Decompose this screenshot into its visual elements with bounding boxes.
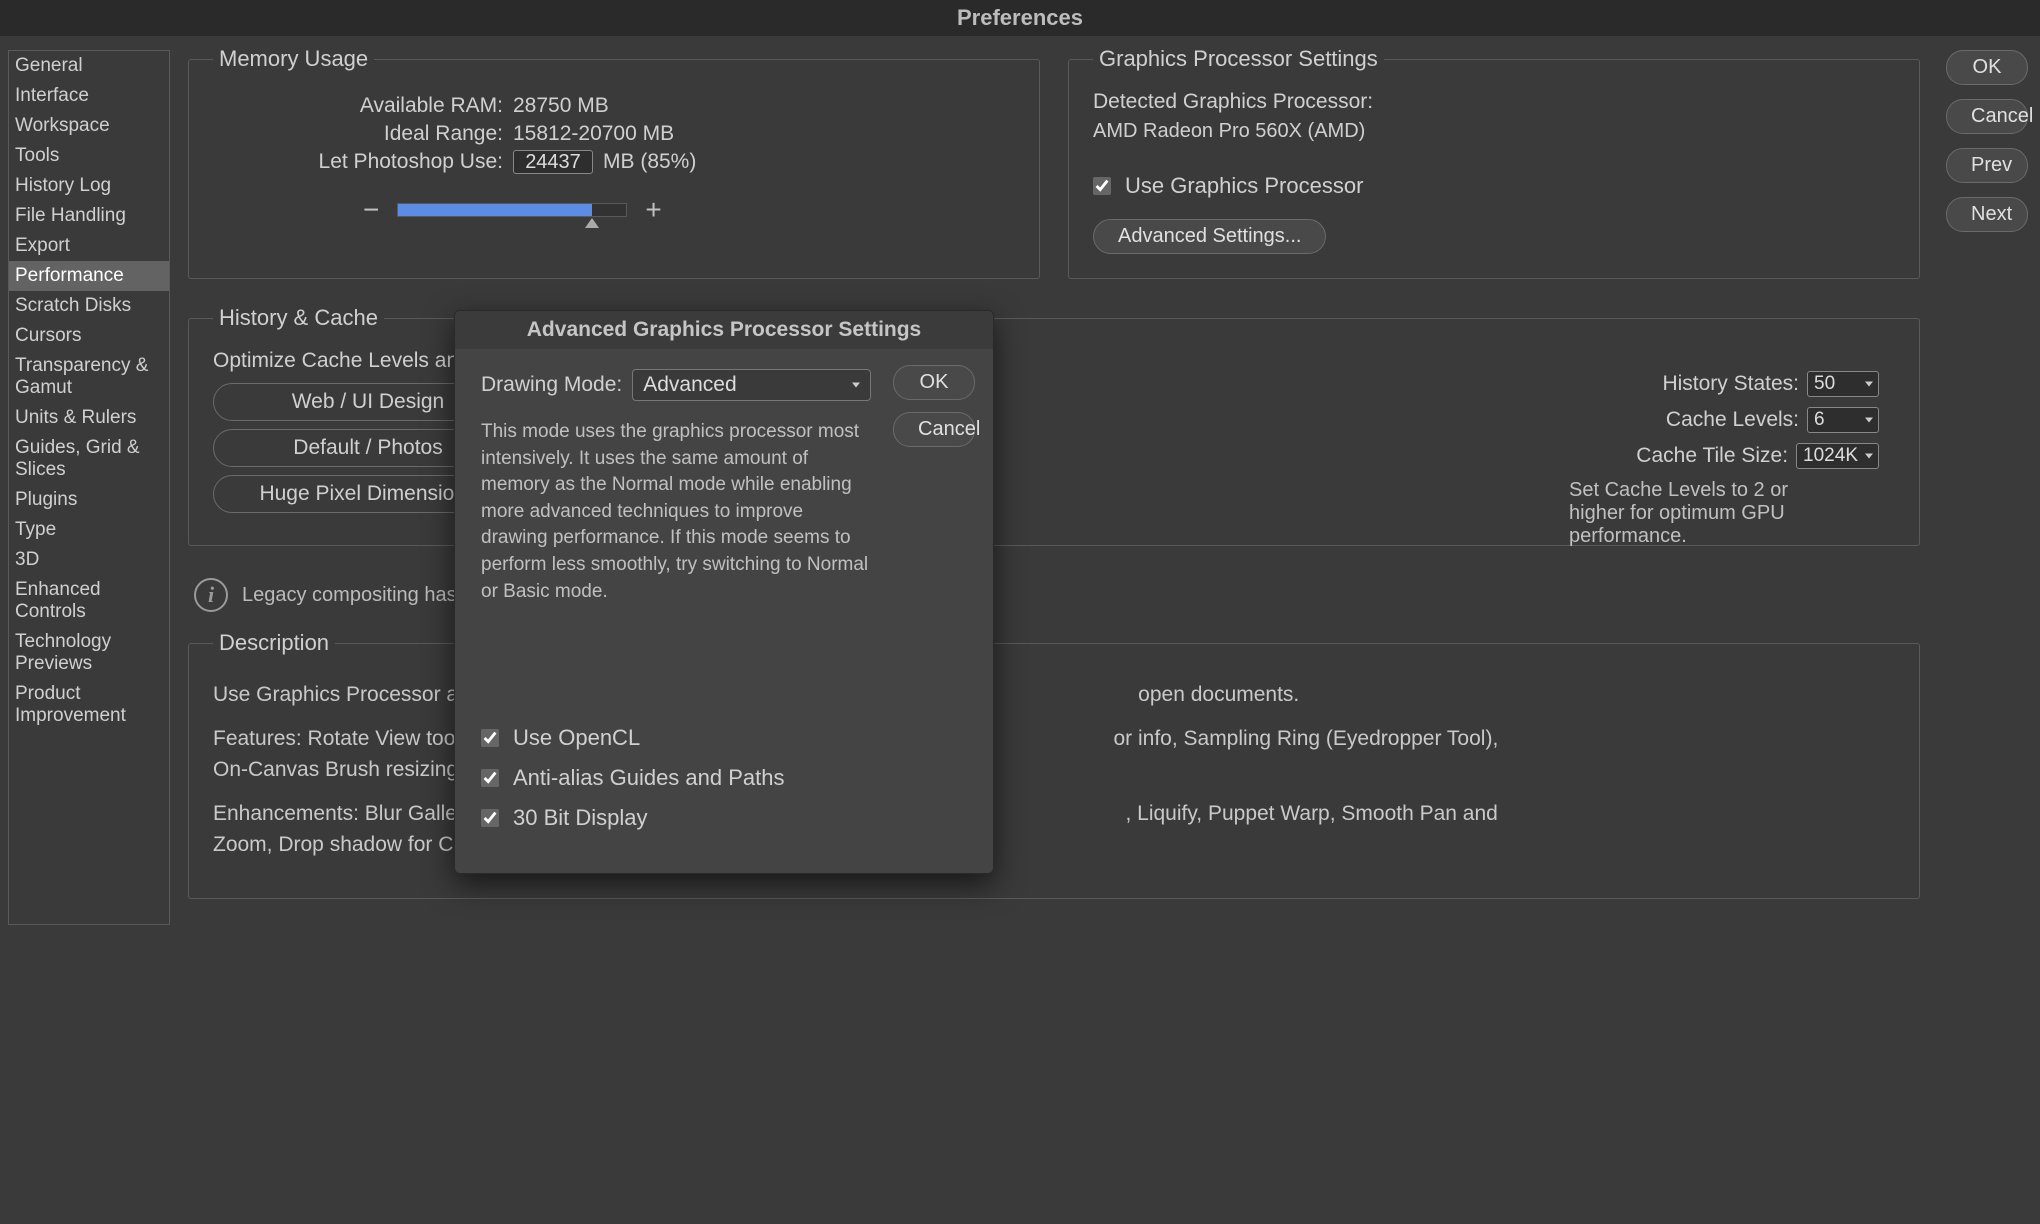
advanced-settings-button[interactable]: Advanced Settings... <box>1093 219 1326 254</box>
cache-levels-select[interactable]: 6 <box>1807 407 1879 433</box>
modal-ok-button[interactable]: OK <box>893 365 975 400</box>
gpu-settings-panel: Graphics Processor Settings Detected Gra… <box>1068 46 1920 279</box>
sidebar-item-transparency-gamut[interactable]: Transparency & Gamut <box>9 351 169 403</box>
modal-title: Advanced Graphics Processor Settings <box>455 311 993 349</box>
sidebar-item-tools[interactable]: Tools <box>9 141 169 171</box>
thirty-bit-checkbox[interactable] <box>481 809 499 827</box>
sidebar-item-scratch-disks[interactable]: Scratch Disks <box>9 291 169 321</box>
desc-p1-suffix: open documents. <box>1138 683 1299 706</box>
memory-slider-fill <box>398 204 592 216</box>
history-states-select[interactable]: 50 <box>1807 371 1879 397</box>
detected-gpu-value: AMD Radeon Pro 560X (AMD) <box>1093 120 1895 143</box>
sidebar-item-cursors[interactable]: Cursors <box>9 321 169 351</box>
detected-gpu-label: Detected Graphics Processor: <box>1093 90 1895 114</box>
use-gpu-checkbox[interactable] <box>1093 177 1111 195</box>
drawing-mode-select[interactable]: Advanced <box>632 369 871 401</box>
cache-tile-label: Cache Tile Size: <box>1636 444 1788 468</box>
preferences-sidebar: General Interface Workspace Tools Histor… <box>8 50 170 925</box>
sidebar-item-type[interactable]: Type <box>9 515 169 545</box>
prev-button[interactable]: Prev <box>1946 148 2028 183</box>
next-button[interactable]: Next <box>1946 197 2028 232</box>
info-icon: i <box>194 578 228 612</box>
ok-button[interactable]: OK <box>1946 50 2028 85</box>
sidebar-item-3d[interactable]: 3D <box>9 545 169 575</box>
use-opencl-checkbox[interactable] <box>481 729 499 747</box>
sidebar-item-enhanced-controls[interactable]: Enhanced Controls <box>9 575 169 627</box>
anti-alias-checkbox[interactable] <box>481 769 499 787</box>
sidebar-item-history-log[interactable]: History Log <box>9 171 169 201</box>
sidebar-item-product-improvement[interactable]: Product Improvement <box>9 679 169 731</box>
sidebar-item-technology-previews[interactable]: Technology Previews <box>9 627 169 679</box>
sidebar-item-general[interactable]: General <box>9 51 169 81</box>
gpu-settings-legend: Graphics Processor Settings <box>1093 46 1384 72</box>
sidebar-item-plugins[interactable]: Plugins <box>9 485 169 515</box>
history-cache-panel: History & Cache Optimize Cache Levels an… <box>188 305 1920 546</box>
cancel-button[interactable]: Cancel <box>1946 99 2028 134</box>
modal-cancel-button[interactable]: Cancel <box>893 412 975 447</box>
memory-slider-handle[interactable] <box>585 218 599 228</box>
sidebar-item-interface[interactable]: Interface <box>9 81 169 111</box>
sidebar-item-guides-grid-slices[interactable]: Guides, Grid & Slices <box>9 433 169 485</box>
history-cache-legend: History & Cache <box>213 305 384 331</box>
memory-usage-panel: Memory Usage Available RAM: 28750 MB Idea… <box>188 46 1040 279</box>
memory-usage-legend: Memory Usage <box>213 46 374 72</box>
sidebar-item-workspace[interactable]: Workspace <box>9 111 169 141</box>
history-states-label: History States: <box>1662 372 1799 396</box>
anti-alias-label: Anti-alias Guides and Paths <box>513 765 785 791</box>
sidebar-item-export[interactable]: Export <box>9 231 169 261</box>
use-opencl-label: Use OpenCL <box>513 725 640 751</box>
memory-use-suffix: MB (85%) <box>603 150 696 174</box>
description-legend: Description <box>213 630 335 656</box>
window-title: Preferences <box>0 0 2040 36</box>
drawing-mode-label: Drawing Mode: <box>481 373 622 397</box>
cache-hint: Set Cache Levels to 2 or higher for opti… <box>1569 479 1799 548</box>
sidebar-item-performance[interactable]: Performance <box>9 261 169 291</box>
available-ram-label: Available RAM: <box>213 94 503 118</box>
description-panel: Description Use Graphics Processor activ… <box>188 630 1920 899</box>
advanced-gpu-modal: Advanced Graphics Processor Settings OK … <box>454 310 994 874</box>
let-use-label: Let Photoshop Use: <box>213 150 503 174</box>
desc-p2-mid: or info, Sampling Ring (Eyedropper Tool)… <box>1113 727 1498 750</box>
minus-icon[interactable]: − <box>363 196 379 224</box>
drawing-mode-description: This mode uses the graphics processor mo… <box>481 419 871 605</box>
desc-p3-mid: , Liquify, Puppet Warp, Smooth Pan and <box>1125 802 1497 825</box>
ideal-range-value: 15812-20700 MB <box>513 122 674 146</box>
sidebar-item-units-rulers[interactable]: Units & Rulers <box>9 403 169 433</box>
use-gpu-label: Use Graphics Processor <box>1125 173 1363 199</box>
sidebar-item-file-handling[interactable]: File Handling <box>9 201 169 231</box>
cache-tile-select[interactable]: 1024K <box>1796 443 1879 469</box>
available-ram-value: 28750 MB <box>513 94 609 118</box>
ideal-range-label: Ideal Range: <box>213 122 503 146</box>
plus-icon[interactable]: + <box>645 196 661 224</box>
memory-use-input[interactable] <box>513 150 593 174</box>
memory-slider[interactable] <box>397 203 627 217</box>
thirty-bit-label: 30 Bit Display <box>513 805 648 831</box>
cache-levels-label: Cache Levels: <box>1666 408 1799 432</box>
